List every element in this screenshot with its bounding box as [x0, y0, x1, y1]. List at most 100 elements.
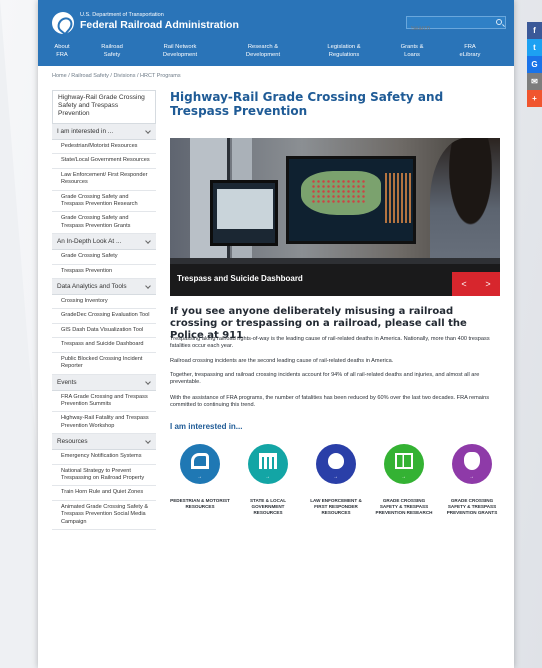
chevron-down-icon[interactable] [145, 283, 151, 289]
dot-logo-icon[interactable] [52, 12, 74, 34]
agency-name[interactable]: Federal Railroad Administration [80, 19, 239, 31]
sidebar-section-label: Resources [57, 438, 88, 446]
nav-item-line1: About [54, 44, 70, 50]
google-icon[interactable]: G [527, 56, 542, 73]
sidebar: Highway-Rail Grade Crossing Safety and T… [52, 90, 156, 530]
nav-item-2[interactable]: Rail Network Development [138, 44, 222, 66]
interest-card-1[interactable]: → STATE & LOCAL GOVERNMENT RESOURCES [238, 444, 298, 515]
nav-item-1[interactable]: Railroad Safety [86, 44, 138, 66]
interest-card-4[interactable]: → GRADE CROSSING SAFETY & TRESPASS PREVEN… [442, 444, 502, 515]
circle-glyph [395, 453, 413, 469]
department-label: U.S. Department of Transportation [80, 12, 164, 18]
search-box[interactable] [406, 16, 506, 35]
search-input[interactable] [407, 23, 491, 35]
sidebar-item[interactable]: Train Horn Rule and Quiet Zones [52, 486, 156, 501]
twitter-icon[interactable]: t [527, 39, 542, 56]
sidebar-item[interactable]: Public Blocked Crossing Incident Reporte… [52, 352, 156, 375]
sidebar-item[interactable]: Crossing Inventory [52, 295, 156, 310]
sidebar-section-label: An In-Depth Look At ... [57, 238, 122, 246]
hero-caption[interactable]: Trespass and Suicide Dashboard [177, 274, 303, 283]
circle-glyph [464, 452, 480, 470]
nav-item-4[interactable]: Legislation & Regulations [304, 44, 384, 66]
money-bag-icon[interactable]: → [452, 444, 492, 484]
sidebar-item[interactable]: Animated Grade Crossing Safety & Trespas… [52, 500, 156, 530]
sidebar-title[interactable]: Highway-Rail Grade Crossing Safety and T… [52, 90, 156, 124]
sidebar-item[interactable]: Trespass and Suicide Dashboard [52, 338, 156, 353]
arrow-right-icon: → [401, 474, 406, 480]
nav-item-line2: Regulations [328, 51, 360, 58]
carousel-prev-button[interactable]: < [452, 272, 476, 296]
nav-item-line2: Development [162, 51, 198, 58]
interest-heading: I am interested in... [170, 422, 243, 431]
sidebar-section-1[interactable]: An In-Depth Look At ... [52, 234, 156, 251]
nav-item-5[interactable]: Grants & Loans [384, 44, 440, 66]
sidebar-section-4[interactable]: Resources [52, 434, 156, 451]
interest-card-label[interactable]: GRADE CROSSING SAFETY & TRESPASS PREVENT… [442, 498, 502, 515]
chevron-down-icon[interactable] [145, 238, 151, 245]
sidebar-item[interactable]: State/Local Government Resources [52, 154, 156, 169]
interest-card-0[interactable]: → PEDESTRIAN & MOTORIST RESOURCES [170, 444, 230, 510]
interest-card-label[interactable]: LAW ENFORCEMENT & FIRST RESPONDER RESOUR… [306, 498, 366, 515]
interest-card-2[interactable]: → LAW ENFORCEMENT & FIRST RESPONDER RESOU… [306, 444, 366, 515]
sidebar-section-3[interactable]: Events [52, 374, 156, 391]
sidebar-item[interactable]: Law Enforcement/ First Responder Resourc… [52, 168, 156, 191]
nav-item-line2: Loans [404, 51, 420, 58]
fra-webpage: U.S. Department of Transportation Federa… [38, 0, 514, 668]
sidebar-section-label: Data Analytics and Tools [57, 283, 127, 291]
chevron-down-icon[interactable] [145, 378, 151, 385]
carousel-next-button[interactable]: > [476, 272, 500, 296]
breadcrumb[interactable]: Home / Railroad Safety / Divisions / HRC… [52, 73, 181, 79]
main-content: Highway-Rail Grade Crossing Safety and T… [170, 90, 500, 515]
pedestrian-car-icon[interactable]: → [180, 444, 220, 484]
nav-item-0[interactable]: About FRA [38, 44, 86, 66]
sidebar-item[interactable]: Emergency Notification Systems [52, 450, 156, 465]
sidebar-item[interactable]: FRA Grade Crossing and Trespass Preventi… [52, 390, 156, 413]
hero-map-icon [301, 171, 381, 215]
sidebar-item[interactable]: Grade Crossing Safety and Trespass Preve… [52, 212, 156, 235]
facebook-icon[interactable]: f [527, 22, 542, 39]
email-icon[interactable]: ✉ [527, 73, 542, 90]
interest-card-3[interactable]: → GRADE CROSSING SAFETY & TRESPASS PREVEN… [374, 444, 434, 515]
social-share-bar: f t G ✉ + [527, 22, 542, 107]
sidebar-item[interactable]: Grade Crossing Safety and Trespass Preve… [52, 190, 156, 213]
paragraph-trespass: Trespassing along railroad rights-of-way… [170, 336, 490, 350]
site-header: U.S. Department of Transportation Federa… [38, 0, 514, 66]
page-title: Highway-Rail Grade Crossing Safety and T… [170, 90, 444, 118]
sidebar-section-2[interactable]: Data Analytics and Tools [52, 279, 156, 296]
hero-caption-bar: Trespass and Suicide Dashboard [170, 264, 500, 296]
sidebar-item[interactable]: GradeDec Crossing Evaluation Tool [52, 309, 156, 324]
nav-item-line2: eLibrary [459, 51, 481, 58]
chevron-down-icon[interactable] [145, 438, 151, 444]
paragraph-crossing: Railroad crossing incidents are the seco… [170, 358, 394, 364]
share-more-icon[interactable]: + [527, 90, 542, 107]
nav-item-6[interactable]: FRA eLibrary [440, 44, 500, 66]
sidebar-item[interactable]: Highway-Rail Fatality and Trespass Preve… [52, 412, 156, 435]
arrow-right-icon: → [469, 474, 474, 480]
nav-item-line1: Grants & [400, 44, 424, 50]
sidebar-item[interactable]: GIS Dash Data Visualization Tool [52, 323, 156, 339]
badge-icon[interactable]: → [316, 444, 356, 484]
research-chart-icon[interactable]: → [384, 444, 424, 484]
paragraph-fra-programs: With the assistance of FRA programs, the… [170, 395, 490, 409]
hero-carousel[interactable]: Trespass and Suicide Dashboard < > [170, 138, 500, 296]
sidebar-section-0[interactable]: I am interested in ... [52, 124, 156, 140]
arrow-right-icon: → [265, 474, 270, 480]
sidebar-item[interactable]: Grade Crossing Safety [52, 250, 156, 265]
nav-item-line1: Rail Network [163, 44, 197, 50]
interest-card-label[interactable]: STATE & LOCAL GOVERNMENT RESOURCES [238, 498, 298, 515]
main-nav: About FRA Railroad Safety Rail Network Develo… [38, 44, 514, 66]
hero-monitor-map [286, 156, 416, 244]
sidebar-item[interactable]: National Strategy to Prevent Trespassing… [52, 464, 156, 487]
chevron-down-icon[interactable] [145, 128, 151, 134]
sidebar-item[interactable]: Pedestrian/Motorist Resources [52, 140, 156, 155]
hero-monitor-left [210, 180, 278, 246]
nav-item-3[interactable]: Research & Development [222, 44, 304, 66]
interest-card-label[interactable]: GRADE CROSSING SAFETY & TRESPASS PREVENT… [374, 498, 434, 515]
sidebar-section-label: I am interested in ... [57, 128, 114, 135]
government-building-icon[interactable]: → [248, 444, 288, 484]
interest-card-label[interactable]: PEDESTRIAN & MOTORIST RESOURCES [170, 498, 230, 510]
sidebar-item[interactable]: Trespass Prevention [52, 264, 156, 280]
nav-item-line1: Railroad [101, 44, 123, 50]
nav-item-line1: Research & [247, 44, 279, 50]
search-icon[interactable] [496, 19, 502, 25]
